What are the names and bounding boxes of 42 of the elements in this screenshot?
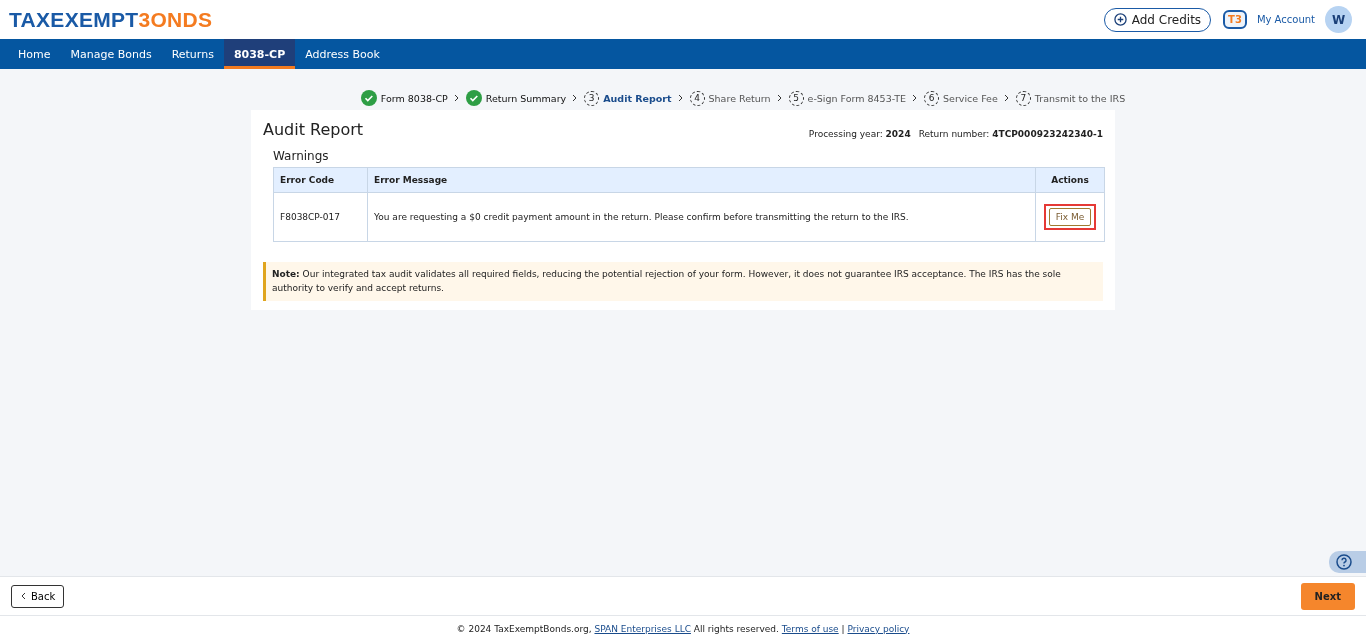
company-link[interactable]: SPAN Enterprises LLC xyxy=(594,623,691,634)
fix-me-button[interactable]: Fix Me xyxy=(1048,208,1092,226)
processing-year: Processing year: 2024 xyxy=(808,129,911,139)
column-header: Error Code xyxy=(273,167,368,193)
terms-link[interactable]: Terms of use xyxy=(781,623,839,634)
step-label[interactable]: Return Summary xyxy=(485,92,567,104)
logo[interactable]: TAXEXEMPT3ONDS xyxy=(9,7,213,32)
column-header: Error Message xyxy=(367,167,1036,193)
add-credits-button[interactable]: Add Credits xyxy=(1103,7,1212,32)
step-label[interactable]: Form 8038-CP xyxy=(380,92,448,104)
chevron-icon xyxy=(912,94,919,102)
back-button[interactable]: Back xyxy=(11,584,65,608)
next-button[interactable]: Next xyxy=(1300,582,1355,610)
page-title: Audit Report xyxy=(263,120,364,139)
return-number: Return number: 4TCP000923242340-1 xyxy=(918,129,1103,139)
chevron-icon xyxy=(677,94,684,102)
plus-circle-icon xyxy=(1113,13,1127,26)
nav-tab[interactable]: Returns xyxy=(161,39,224,69)
step-label[interactable]: Audit Report xyxy=(603,92,672,104)
nav-tab[interactable]: Home xyxy=(8,39,61,69)
chevron-icon xyxy=(572,94,579,102)
copyright-text: © 2024 TaxExemptBonds.org, SPAN Enterprises LLC All rights reserved. Terms of use | Privacy policy xyxy=(456,623,910,634)
nav-tab[interactable]: Address Book xyxy=(295,39,390,69)
table-cell: F8038CP-017 xyxy=(273,192,368,242)
table-cell: You are requesting a $0 credit payment amount in the return. Please confirm before transmitting the return to the IRS. xyxy=(367,192,1036,242)
nav-tab[interactable]: Manage Bonds xyxy=(60,39,162,69)
column-header: Actions xyxy=(1035,167,1105,193)
chevron-icon xyxy=(1003,94,1010,102)
chevron-icon xyxy=(776,94,783,102)
avatar[interactable]: W xyxy=(1325,6,1352,33)
step-label[interactable]: Share Return xyxy=(708,92,771,104)
chevron-icon xyxy=(453,94,460,102)
chevron-left-icon xyxy=(20,592,26,600)
step-label[interactable]: e-Sign Form 8453-TE xyxy=(807,92,907,104)
step-label[interactable]: Service Fee xyxy=(943,92,998,104)
nav-tab[interactable]: 8038-CP xyxy=(223,39,296,69)
step-label[interactable]: Transmit to the IRS xyxy=(1034,92,1126,104)
help-icon[interactable] xyxy=(1336,554,1352,570)
my-account-link[interactable]: My Account xyxy=(1256,14,1315,25)
privacy-link[interactable]: Privacy policy xyxy=(847,623,910,634)
note-text: Note: Our integrated tax audit validates all required fields, reducing the potential rejection of your form. However, it does not guarantee IRS acceptance. The IRS has the sole authority to verify and accept returns. xyxy=(263,262,1103,301)
section-title: Warnings xyxy=(273,149,330,163)
